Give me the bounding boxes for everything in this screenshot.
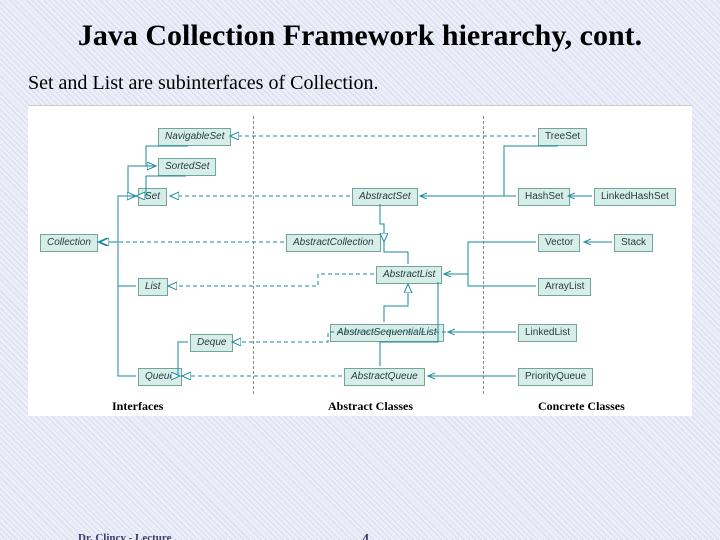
node-deque: Deque [190,334,233,352]
section-label-abstract: Abstract Classes [328,399,413,414]
separator-interfaces-abstract [253,116,254,394]
section-label-interfaces: Interfaces [112,399,163,414]
node-linkedlist: LinkedList [518,324,577,342]
node-set: Set [138,188,167,206]
node-stack: Stack [614,234,653,252]
node-navigableset: NavigableSet [158,128,231,146]
node-treeset: TreeSet [538,128,587,146]
slide: Java Collection Framework hierarchy, con… [0,0,720,540]
slide-subtitle: Set and List are subinterfaces of Collec… [28,72,692,95]
node-abstractset: AbstractSet [352,188,418,206]
node-queue: Queue [138,368,182,386]
section-label-concrete: Concrete Classes [538,399,625,414]
node-vector: Vector [538,234,580,252]
node-sortedset: SortedSet [158,158,216,176]
node-linkedhashset: LinkedHashSet [594,188,676,206]
slide-title: Java Collection Framework hierarchy, con… [28,18,692,54]
hierarchy-diagram: NavigableSet SortedSet Set Collection Li… [28,105,692,416]
node-priorityqueue: PriorityQueue [518,368,593,386]
node-abstractcollection: AbstractCollection [286,234,381,252]
node-arraylist: ArrayList [538,278,591,296]
node-abstractqueue: AbstractQueue [344,368,425,386]
separator-abstract-concrete [483,116,484,394]
page-number: 4 [362,532,369,540]
node-list: List [138,278,168,296]
node-abstractlist: AbstractList [376,266,442,284]
node-hashset: HashSet [518,188,570,206]
node-collection: Collection [40,234,98,252]
node-abstractseqlist: AbstractSequentialList [330,324,444,342]
footer-credit: Dr. Clincy - Lecture [78,532,171,540]
